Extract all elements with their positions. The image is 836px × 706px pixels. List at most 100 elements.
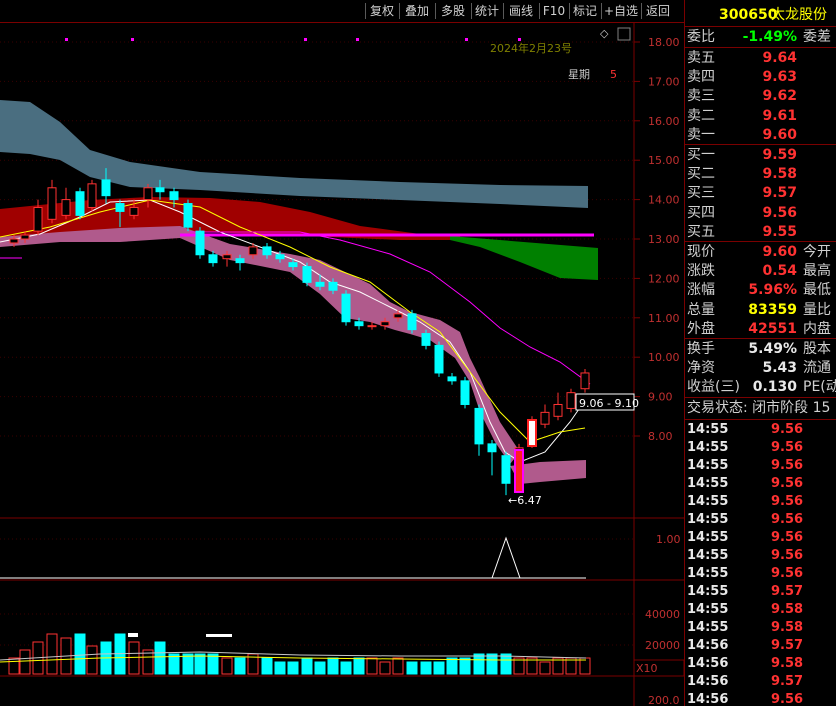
toolbar-button-5[interactable]: F10	[540, 2, 568, 20]
candle-body	[380, 321, 390, 327]
kline-chart[interactable]: 18.00 17.00 16.00 15.00 14.00 13.00 12.00 11.00…	[0, 22, 684, 706]
volume-bar	[128, 641, 140, 675]
stat-row-right-label: 最高	[803, 263, 831, 280]
volume-bar	[74, 633, 86, 675]
webi-row: 委比 -1.49% 委差	[685, 28, 836, 47]
bid-row: 买二 9.58	[685, 165, 836, 184]
highlight-candle	[514, 449, 524, 493]
bid-row-label: 买二	[687, 166, 715, 183]
tick-time: 14:56	[687, 656, 729, 671]
candle-body	[222, 254, 232, 260]
volume-bar	[486, 653, 498, 675]
stat-row-right-label: 量比	[803, 301, 831, 318]
candle-body	[447, 376, 457, 382]
ask-row-label: 卖一	[687, 126, 715, 143]
toolbar-button-0[interactable]: 复权	[366, 2, 398, 20]
range-box-text: 9.06 - 9.10	[579, 397, 639, 410]
candle-body	[460, 380, 470, 405]
candle-body	[275, 254, 285, 260]
tick-price: 9.56	[771, 422, 804, 437]
price-axis-label: 14.00	[648, 194, 680, 207]
candle-body	[315, 281, 325, 287]
candle-body	[566, 392, 576, 409]
candle-body	[75, 191, 85, 216]
indicator-spike	[491, 536, 521, 579]
tick-time: 14:55	[687, 566, 729, 581]
toolbar-button-6[interactable]: 标记	[570, 2, 600, 20]
price-axis-label: 8.00	[648, 430, 673, 443]
candle-body	[288, 262, 298, 268]
toolbar-button-1[interactable]: 叠加	[400, 2, 434, 20]
ask-row-value: 9.62	[762, 88, 797, 105]
marker-dot	[304, 38, 307, 41]
volume-bar	[353, 657, 365, 675]
volume-bar	[8, 657, 20, 675]
volume-bar	[234, 657, 246, 675]
volume-bottom-label: 200.0	[648, 694, 680, 706]
bid-row: 买一 9.59	[685, 146, 836, 165]
tick-row: 14:56 9.57	[685, 637, 836, 655]
tick-time: 14:55	[687, 620, 729, 635]
webi-right-label: 委差	[803, 29, 831, 45]
volume-bar	[194, 653, 206, 675]
tick-price: 9.56	[771, 458, 804, 473]
tick-time: 14:55	[687, 422, 729, 437]
marker-dot	[131, 38, 134, 41]
tick-price: 9.56	[771, 692, 804, 706]
candle-body	[501, 455, 511, 484]
tick-time: 14:55	[687, 476, 729, 491]
tick-price: 9.57	[771, 638, 804, 653]
toolbar-button-8[interactable]: 返回	[642, 2, 674, 20]
stat-row: 收益(三) 0.130 PE(动	[685, 378, 836, 397]
volume-bar	[287, 661, 299, 675]
marker-dot	[65, 38, 68, 41]
toolbar-button-4[interactable]: 画线	[504, 2, 538, 20]
stat-row-value: 0.54	[762, 263, 797, 280]
stat-row-label: 收益(三)	[687, 379, 740, 396]
tick-row: 14:56 9.58	[685, 655, 836, 673]
candle-body	[354, 321, 364, 327]
price-axis-label: 12.00	[648, 272, 680, 285]
volume-bar	[433, 661, 445, 675]
stat-row-value: 42551	[748, 320, 797, 337]
tick-row: 14:55 9.58	[685, 601, 836, 619]
candle-body	[553, 403, 563, 417]
volume-bar	[86, 645, 98, 675]
tick-price: 9.58	[771, 620, 804, 635]
bid-row-label: 买四	[687, 204, 715, 221]
volume-bar	[301, 657, 313, 675]
volume-bar	[406, 661, 418, 675]
tick-price: 9.58	[771, 656, 804, 671]
tick-row: 14:55 9.56	[685, 457, 836, 475]
candle-body	[262, 246, 272, 256]
ask-row: 卖五 9.64	[685, 49, 836, 68]
ask-row-value: 9.63	[762, 69, 797, 86]
band-green	[450, 236, 598, 280]
toolbar-button-7[interactable]: +自选	[602, 2, 640, 20]
volume-bar	[446, 657, 458, 675]
volume-bar	[539, 661, 551, 675]
toolbar-button-2[interactable]: 多股	[436, 2, 470, 20]
tick-row: 14:55 9.56	[685, 493, 836, 511]
stat-row: 涨跌 0.54 最高	[685, 262, 836, 281]
stat-row-right-label: 今开	[803, 244, 831, 260]
volume-unit-label: X10	[636, 662, 658, 675]
volume-bar	[207, 653, 219, 675]
volume-bar	[46, 633, 58, 675]
volume-bar	[392, 657, 404, 675]
bid-row: 买四 9.56	[685, 204, 836, 223]
marker-dot	[518, 38, 521, 41]
candle-body	[434, 344, 444, 374]
price-axis-label: 15.00	[648, 154, 680, 167]
tick-row: 14:55 9.56	[685, 511, 836, 529]
trade-status-text: 交易状态: 闭市阶段 15	[687, 400, 831, 416]
candle-body	[9, 238, 19, 244]
stat-row-right-label: 股本	[803, 341, 831, 357]
stock-name: 太龙股份	[771, 7, 827, 23]
tick-time: 14:55	[687, 458, 729, 473]
volume-bar	[420, 661, 432, 675]
tick-time: 14:56	[687, 638, 729, 653]
candle-body	[487, 443, 497, 453]
toolbar-button-3[interactable]: 统计	[472, 2, 502, 20]
candle-body	[393, 313, 403, 319]
